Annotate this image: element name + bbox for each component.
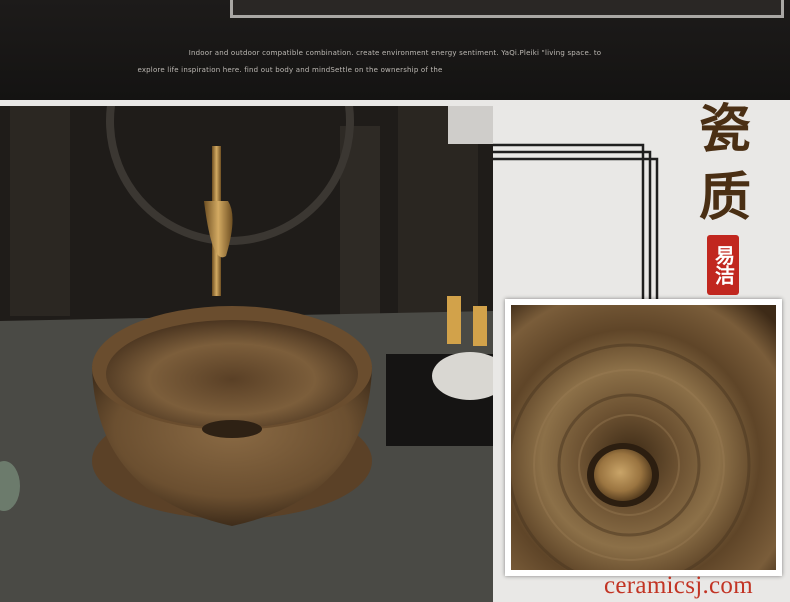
red-seal-label: 易洁: [707, 235, 739, 295]
top-banner: Indoor and outdoor compatible combinatio…: [0, 0, 790, 100]
main-product-photo: [0, 106, 493, 602]
banner-slogan-line-2: explore life inspiration here. find out …: [137, 66, 443, 74]
product-detail-page: Indoor and outdoor compatible combinatio…: [0, 0, 790, 602]
title-character-2: 质: [698, 167, 751, 228]
detail-closeup-photo: [511, 305, 776, 570]
site-watermark: ceramicsj.com: [604, 572, 753, 599]
decorative-frame-lines: [493, 143, 659, 300]
top-photo-frame: [230, 0, 784, 18]
banner-slogan-line-1: Indoor and outdoor compatible combinatio…: [188, 49, 602, 57]
title-character-1: 瓷: [698, 99, 751, 160]
